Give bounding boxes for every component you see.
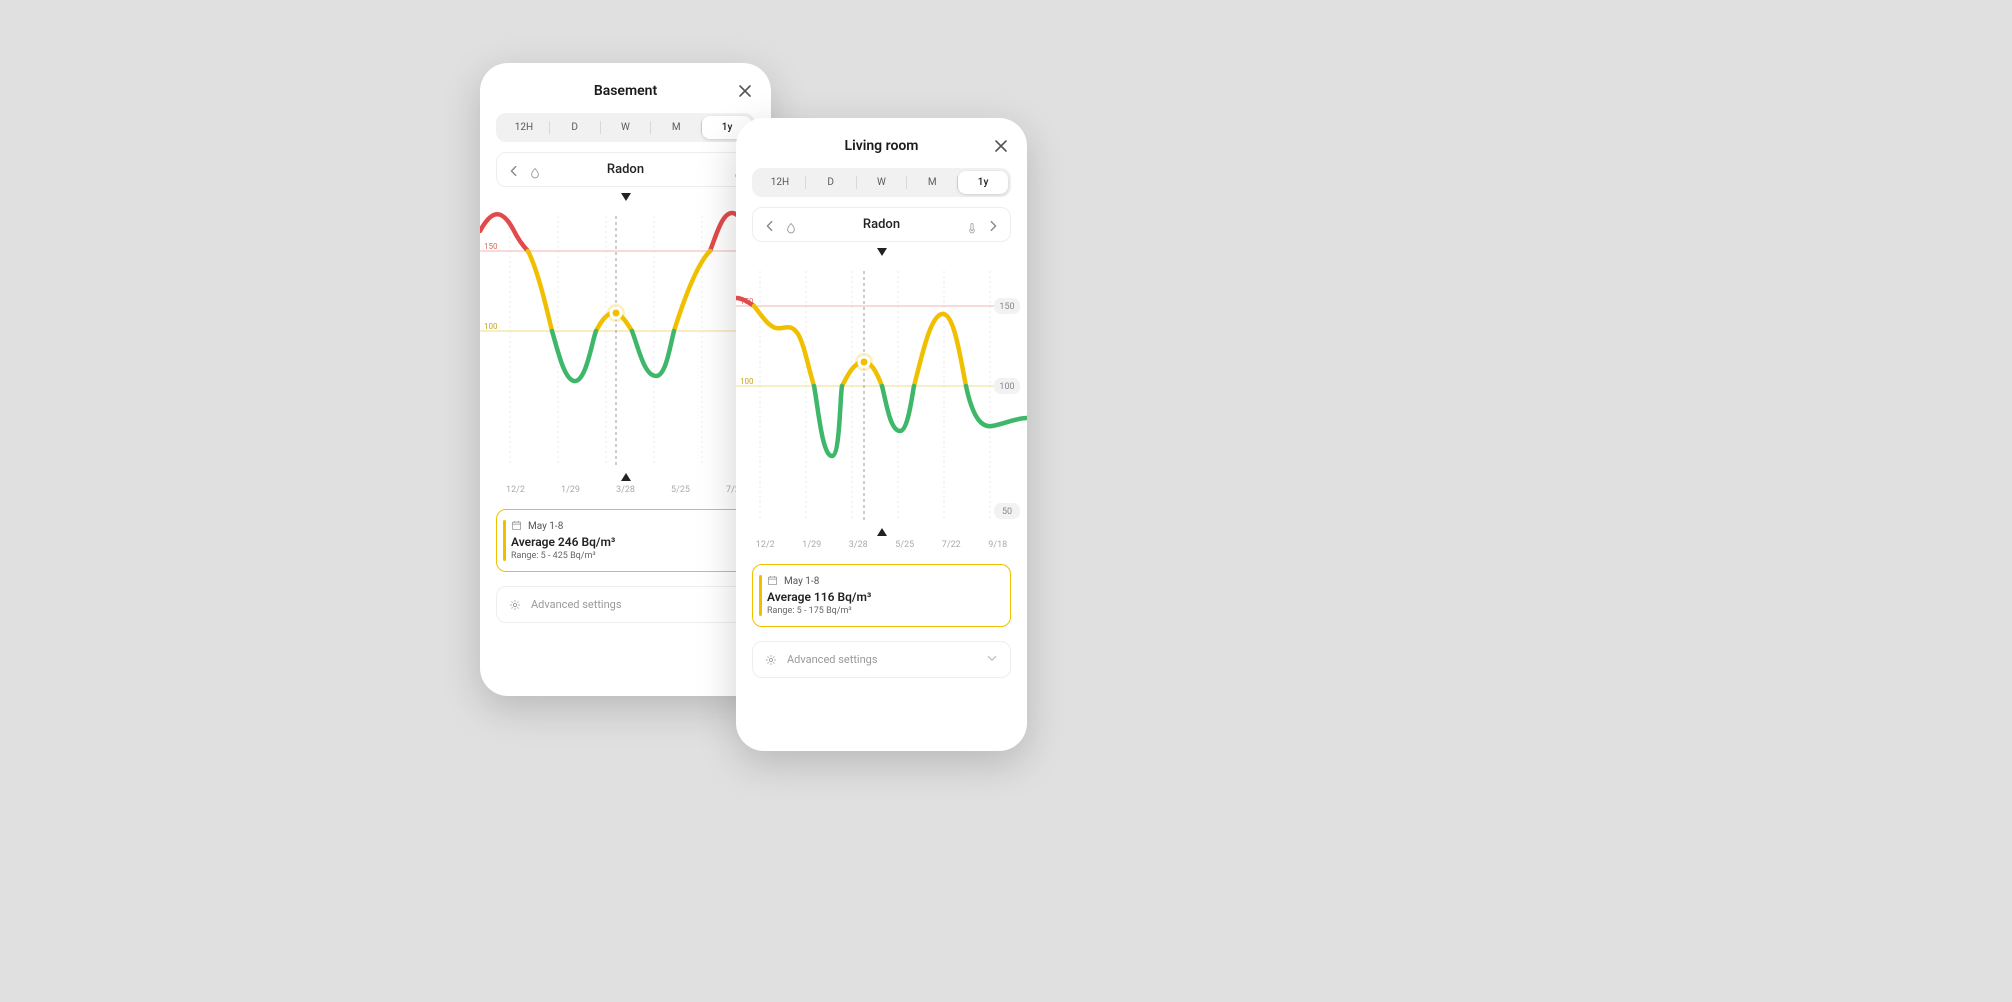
screen-header: Basement (480, 63, 771, 113)
metric-selector: Radon (752, 207, 1011, 242)
summary-range: Range: 5 - 425 Bq/m³ (511, 551, 744, 561)
threshold-upper-label: 150 (484, 242, 498, 251)
tab-12h[interactable]: 12H (755, 171, 805, 194)
advanced-settings-label: Advanced settings (787, 653, 878, 666)
y-badge: 50 (1002, 507, 1012, 517)
humidity-icon (529, 164, 541, 176)
screen-header: Living room (736, 118, 1027, 168)
tab-d[interactable]: D (806, 171, 856, 194)
metric-selector: Radon (496, 152, 755, 187)
timeframe-tabs: 12H D W M 1y (752, 168, 1011, 197)
marker-bottom-icon (877, 528, 887, 536)
phone-basement: Basement 12H D W M 1y Radon (480, 63, 771, 696)
tab-d[interactable]: D (550, 116, 600, 139)
tab-1y[interactable]: 1y (958, 171, 1008, 194)
x-label: 3/28 (616, 485, 635, 495)
chart-area: 150 100 12/2 1/29 3/28 5/25 7/ (480, 193, 771, 495)
summary-average: Average 246 Bq/m³ (511, 535, 744, 549)
tab-w[interactable]: W (601, 116, 651, 139)
summary-card: May 1-8 Average 246 Bq/m³ Range: 5 - 425… (496, 509, 755, 572)
screen-title: Basement (594, 83, 657, 99)
metric-title: Radon (863, 217, 900, 232)
x-label: 12/2 (506, 485, 525, 495)
calendar-icon (767, 575, 779, 587)
gear-icon (509, 599, 521, 611)
marker-bottom-icon (621, 473, 631, 481)
summary-card: May 1-8 Average 116 Bq/m³ Range: 5 - 175… (752, 564, 1011, 627)
close-icon[interactable] (993, 138, 1009, 154)
x-label: 9/18 (988, 540, 1007, 550)
tab-12h[interactable]: 12H (499, 116, 549, 139)
tab-m[interactable]: M (651, 116, 701, 139)
summary-average: Average 116 Bq/m³ (767, 590, 1000, 604)
advanced-settings-button[interactable]: Advanced settings (752, 641, 1011, 678)
screen-title: Living room (845, 138, 919, 154)
radon-line-chart[interactable]: 150 100 (480, 201, 771, 481)
marker-top-icon (621, 193, 631, 201)
chart-area: 150 100 150 100 50 12/ (736, 248, 1027, 550)
y-badge: 100 (999, 382, 1014, 392)
tab-w[interactable]: W (857, 171, 907, 194)
thermometer-icon (966, 219, 978, 231)
marker-top-icon (877, 248, 887, 256)
calendar-icon (511, 520, 523, 532)
radon-line-chart[interactable]: 150 100 150 100 50 (736, 256, 1027, 536)
tab-m[interactable]: M (907, 171, 957, 194)
metric-title: Radon (607, 162, 644, 177)
next-metric-icon[interactable] (986, 218, 1000, 232)
summary-range: Range: 5 - 175 Bq/m³ (767, 606, 1000, 616)
phone-livingroom: Living room 12H D W M 1y Radon (736, 118, 1027, 751)
prev-metric-icon[interactable] (763, 218, 777, 232)
x-label: 12/2 (756, 540, 775, 550)
gear-icon (765, 654, 777, 666)
x-label: 3/28 (849, 540, 868, 550)
x-axis-labels: 12/2 1/29 3/28 5/25 7/22 (488, 485, 763, 495)
chevron-down-icon (986, 652, 998, 667)
threshold-lower-label: 100 (484, 322, 498, 331)
x-label: 1/29 (561, 485, 580, 495)
summary-date-label: May 1-8 (784, 576, 819, 587)
y-badge: 150 (999, 302, 1014, 312)
humidity-icon (785, 219, 797, 231)
x-label: 5/25 (895, 540, 914, 550)
threshold-lower-label: 100 (740, 377, 754, 386)
x-label: 1/29 (802, 540, 821, 550)
x-label: 5/25 (671, 485, 690, 495)
advanced-settings-label: Advanced settings (531, 598, 622, 611)
x-label: 7/22 (942, 540, 961, 550)
summary-date-label: May 1-8 (528, 521, 563, 532)
timeframe-tabs: 12H D W M 1y (496, 113, 755, 142)
close-icon[interactable] (737, 83, 753, 99)
prev-metric-icon[interactable] (507, 163, 521, 177)
advanced-settings-button[interactable]: Advanced settings (496, 586, 755, 623)
x-axis-labels: 12/2 1/29 3/28 5/25 7/22 9/18 (742, 540, 1021, 550)
